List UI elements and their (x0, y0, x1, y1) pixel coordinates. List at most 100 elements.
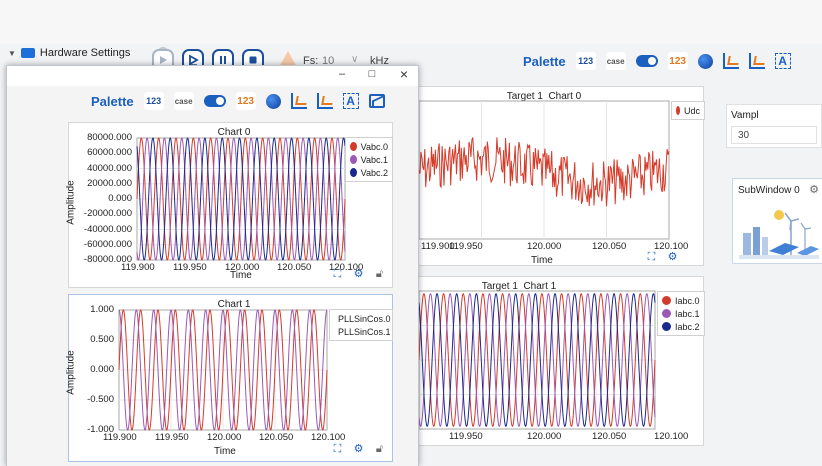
y-tick: -20000.000 (83, 208, 132, 220)
toggle-switch-button[interactable] (635, 55, 658, 67)
chart-tools: ⛶ ⚙ 🔓︎ (331, 268, 386, 281)
gear-icon[interactable]: ⚙ (352, 443, 365, 456)
play-icon (160, 56, 167, 64)
y-tick: 0.000 (108, 193, 132, 204)
chart-window: – □ × Palette 123 case 123 A Chart 0 Vab… (6, 65, 419, 466)
x-tick: 120.050 (592, 241, 627, 252)
legend-dot (350, 155, 357, 164)
legend-label: Vabc.0 (360, 141, 388, 152)
x-tick: 119.950 (449, 241, 483, 252)
minimize-button[interactable]: – (335, 68, 349, 80)
gear-icon[interactable]: ⚙ (666, 251, 679, 264)
unlock-icon[interactable]: 🔓︎ (373, 268, 386, 281)
y-tick: 0.500 (90, 334, 114, 345)
vampl-label: Vampl (731, 110, 759, 121)
subwindow-title: SubWindow 0 (738, 185, 800, 196)
text-label-button[interactable]: A (342, 93, 359, 109)
x-tick: 120.050 (259, 432, 294, 443)
y-tick: 80000.000 (87, 132, 132, 143)
main-palette: Palette 123 case 123 A (523, 52, 791, 70)
x-tick: 120.000 (207, 432, 242, 443)
xy-chart-button[interactable] (748, 53, 765, 69)
x-tick: 120.050 (592, 431, 627, 442)
legend-dot (350, 168, 357, 177)
stop-icon (249, 56, 257, 64)
x-tick: 119.900 (121, 262, 155, 273)
legend-label: Vabc.2 (360, 167, 388, 178)
window-titlebar[interactable]: – □ × (7, 66, 418, 86)
y-tick: 1.000 (90, 304, 114, 315)
tree-item-hardware-settings[interactable]: ▼ Hardware Settings + (8, 47, 170, 59)
y-tick: -40000.000 (83, 223, 132, 235)
line-chart-button[interactable] (290, 93, 307, 109)
x-axis-label: Time (230, 270, 252, 281)
legend-item: Iabc.1 (662, 307, 700, 320)
legend-item: PLLSinCos.0 (334, 312, 391, 325)
numeric-display-button[interactable]: 123 (143, 92, 164, 110)
vampl-control: Vampl 30 (726, 104, 822, 148)
line-chart-button[interactable] (722, 53, 739, 69)
gear-icon[interactable]: ⚙ (809, 183, 819, 196)
image-button[interactable] (368, 94, 385, 108)
chart-tools: ⛶ ⚙ (645, 251, 679, 264)
legend-label: Vabc.1 (360, 154, 388, 165)
numeric-input-button[interactable]: 123 (667, 52, 688, 70)
x-tick: 119.900 (103, 432, 137, 443)
palette-title: Palette (91, 93, 134, 109)
x-tick: 119.950 (449, 431, 483, 442)
chart1-panel: Chart 1 PLLSinCos.0 PLLSinCos.1 1.000 0.5… (66, 294, 393, 462)
legend-item: Iabc.2 (662, 320, 700, 333)
gear-icon[interactable]: ⚙ (352, 268, 365, 281)
maximize-button[interactable]: □ (365, 68, 379, 80)
window-palette: Palette 123 case 123 A (91, 92, 385, 110)
chevron-down-icon[interactable]: ∨ (351, 54, 358, 65)
legend-item: Vabc.0 (350, 140, 388, 153)
unlock-icon[interactable]: 🔓︎ (373, 443, 386, 456)
legend-item: Vabc.2 (350, 166, 388, 179)
led-button[interactable] (265, 93, 281, 109)
x-axis-label: Time (214, 446, 236, 457)
legend-item: Udc (676, 104, 700, 117)
chevron-down-icon[interactable]: ▼ (8, 49, 16, 58)
tree-item-label: Hardware Settings (39, 47, 131, 59)
y-tick: 60000.000 (87, 147, 132, 159)
subwindow-panel[interactable]: SubWindow 0 ⚙ (732, 178, 822, 264)
legend-label: Iabc.0 (675, 295, 700, 306)
x-axis-label: Time (531, 255, 553, 266)
fit-icon[interactable]: ⛶ (331, 268, 344, 281)
xy-chart-button[interactable] (316, 93, 333, 109)
target-chart0-plot[interactable] (419, 87, 705, 267)
x-tick: 119.950 (155, 432, 189, 443)
x-tick: 120.000 (527, 241, 562, 252)
legend-dot (350, 142, 357, 151)
x-tick: 120.100 (311, 432, 346, 443)
led-button[interactable] (697, 53, 713, 69)
legend-item: Iabc.0 (662, 294, 700, 307)
vampl-input[interactable]: 30 (731, 126, 817, 144)
fit-icon[interactable]: ⛶ (331, 443, 344, 456)
numeric-input-button[interactable]: 123 (235, 92, 256, 110)
legend-label: Iabc.1 (675, 308, 700, 319)
legend-item: PLLSinCos.1 (334, 325, 391, 338)
pause-icon (220, 56, 226, 64)
legend-label: PLLSinCos.0 (338, 313, 391, 324)
toggle-switch-button[interactable] (203, 95, 226, 107)
energy-illustration-icon (739, 210, 819, 259)
text-label-button[interactable]: A (774, 53, 791, 69)
legend-item: Vabc.1 (350, 153, 388, 166)
legend-label: Udc (683, 105, 700, 116)
fit-icon[interactable]: ⛶ (645, 251, 658, 264)
y-tick: 40000.000 (87, 162, 132, 174)
y-tick: 0.000 (90, 364, 114, 375)
case-button[interactable]: case (605, 52, 626, 70)
x-tick: 119.950 (173, 262, 207, 273)
chart-tools: ⛶ ⚙ 🔓︎ (331, 443, 386, 456)
chart-legend: PLLSinCos.0 PLLSinCos.1 (329, 309, 393, 341)
close-button[interactable]: × (397, 66, 411, 82)
legend-label: PLLSinCos.1 (338, 326, 391, 337)
numeric-display-button[interactable]: 123 (575, 52, 596, 70)
target-chart1-panel: Target 1_Chart 1 Iabc.0 Iabc.1 Iabc.2 11… (418, 276, 705, 446)
target-chart0-panel: Target 1_Chart 0 Udc 119.900 119.950 120… (418, 86, 705, 267)
legend-dot (662, 296, 671, 305)
case-button[interactable]: case (173, 92, 194, 110)
